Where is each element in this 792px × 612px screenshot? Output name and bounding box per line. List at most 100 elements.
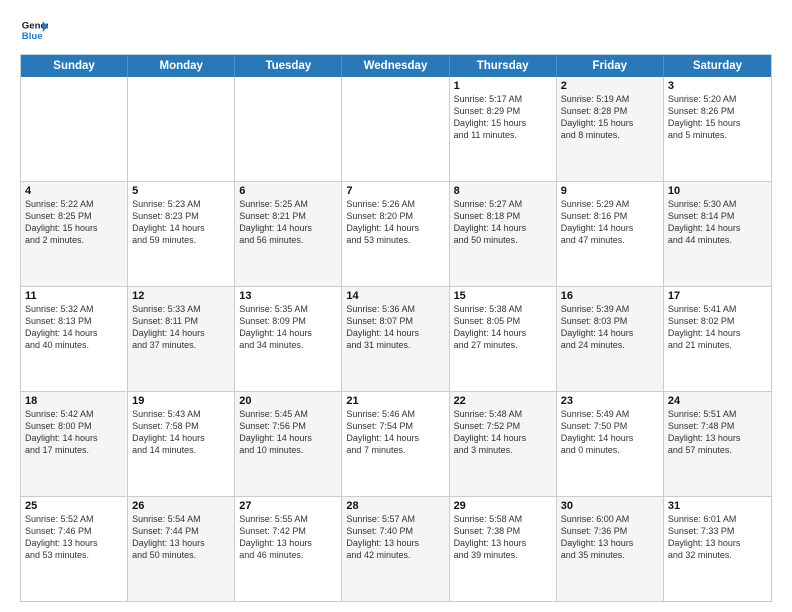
day-info: Sunrise: 5:45 AM Sunset: 7:56 PM Dayligh… xyxy=(239,408,337,457)
day-number: 14 xyxy=(346,290,444,302)
day-info: Sunrise: 5:35 AM Sunset: 8:09 PM Dayligh… xyxy=(239,303,337,352)
day-info: Sunrise: 5:42 AM Sunset: 8:00 PM Dayligh… xyxy=(25,408,123,457)
day-cell-3: 3Sunrise: 5:20 AM Sunset: 8:26 PM Daylig… xyxy=(664,77,771,181)
day-number: 22 xyxy=(454,395,552,407)
header-day-friday: Friday xyxy=(557,55,664,77)
day-info: Sunrise: 5:38 AM Sunset: 8:05 PM Dayligh… xyxy=(454,303,552,352)
day-cell-15: 15Sunrise: 5:38 AM Sunset: 8:05 PM Dayli… xyxy=(450,287,557,391)
day-cell-28: 28Sunrise: 5:57 AM Sunset: 7:40 PM Dayli… xyxy=(342,497,449,601)
day-cell-17: 17Sunrise: 5:41 AM Sunset: 8:02 PM Dayli… xyxy=(664,287,771,391)
header-day-saturday: Saturday xyxy=(664,55,771,77)
calendar: SundayMondayTuesdayWednesdayThursdayFrid… xyxy=(20,54,772,602)
day-number: 25 xyxy=(25,500,123,512)
day-number: 10 xyxy=(668,185,767,197)
empty-cell-0-1 xyxy=(128,77,235,181)
day-number: 31 xyxy=(668,500,767,512)
calendar-row-2: 4Sunrise: 5:22 AM Sunset: 8:25 PM Daylig… xyxy=(21,181,771,286)
day-cell-30: 30Sunrise: 6:00 AM Sunset: 7:36 PM Dayli… xyxy=(557,497,664,601)
day-info: Sunrise: 5:41 AM Sunset: 8:02 PM Dayligh… xyxy=(668,303,767,352)
day-info: Sunrise: 5:43 AM Sunset: 7:58 PM Dayligh… xyxy=(132,408,230,457)
day-info: Sunrise: 5:30 AM Sunset: 8:14 PM Dayligh… xyxy=(668,198,767,247)
calendar-row-3: 11Sunrise: 5:32 AM Sunset: 8:13 PM Dayli… xyxy=(21,286,771,391)
day-number: 6 xyxy=(239,185,337,197)
day-info: Sunrise: 5:22 AM Sunset: 8:25 PM Dayligh… xyxy=(25,198,123,247)
day-cell-11: 11Sunrise: 5:32 AM Sunset: 8:13 PM Dayli… xyxy=(21,287,128,391)
day-cell-9: 9Sunrise: 5:29 AM Sunset: 8:16 PM Daylig… xyxy=(557,182,664,286)
day-cell-31: 31Sunrise: 6:01 AM Sunset: 7:33 PM Dayli… xyxy=(664,497,771,601)
day-cell-1: 1Sunrise: 5:17 AM Sunset: 8:29 PM Daylig… xyxy=(450,77,557,181)
day-info: Sunrise: 5:29 AM Sunset: 8:16 PM Dayligh… xyxy=(561,198,659,247)
day-info: Sunrise: 5:17 AM Sunset: 8:29 PM Dayligh… xyxy=(454,93,552,142)
day-cell-23: 23Sunrise: 5:49 AM Sunset: 7:50 PM Dayli… xyxy=(557,392,664,496)
day-cell-12: 12Sunrise: 5:33 AM Sunset: 8:11 PM Dayli… xyxy=(128,287,235,391)
day-info: Sunrise: 5:39 AM Sunset: 8:03 PM Dayligh… xyxy=(561,303,659,352)
day-cell-13: 13Sunrise: 5:35 AM Sunset: 8:09 PM Dayli… xyxy=(235,287,342,391)
day-number: 20 xyxy=(239,395,337,407)
day-cell-19: 19Sunrise: 5:43 AM Sunset: 7:58 PM Dayli… xyxy=(128,392,235,496)
day-number: 18 xyxy=(25,395,123,407)
header-day-wednesday: Wednesday xyxy=(342,55,449,77)
header-day-sunday: Sunday xyxy=(21,55,128,77)
day-number: 28 xyxy=(346,500,444,512)
day-info: Sunrise: 5:57 AM Sunset: 7:40 PM Dayligh… xyxy=(346,513,444,562)
empty-cell-0-2 xyxy=(235,77,342,181)
day-cell-21: 21Sunrise: 5:46 AM Sunset: 7:54 PM Dayli… xyxy=(342,392,449,496)
header-day-monday: Monday xyxy=(128,55,235,77)
day-number: 11 xyxy=(25,290,123,302)
day-cell-26: 26Sunrise: 5:54 AM Sunset: 7:44 PM Dayli… xyxy=(128,497,235,601)
day-info: Sunrise: 5:49 AM Sunset: 7:50 PM Dayligh… xyxy=(561,408,659,457)
day-info: Sunrise: 5:23 AM Sunset: 8:23 PM Dayligh… xyxy=(132,198,230,247)
day-cell-5: 5Sunrise: 5:23 AM Sunset: 8:23 PM Daylig… xyxy=(128,182,235,286)
day-cell-25: 25Sunrise: 5:52 AM Sunset: 7:46 PM Dayli… xyxy=(21,497,128,601)
day-number: 2 xyxy=(561,80,659,92)
day-cell-29: 29Sunrise: 5:58 AM Sunset: 7:38 PM Dayli… xyxy=(450,497,557,601)
day-cell-4: 4Sunrise: 5:22 AM Sunset: 8:25 PM Daylig… xyxy=(21,182,128,286)
day-number: 13 xyxy=(239,290,337,302)
day-info: Sunrise: 5:27 AM Sunset: 8:18 PM Dayligh… xyxy=(454,198,552,247)
day-number: 12 xyxy=(132,290,230,302)
day-info: Sunrise: 5:58 AM Sunset: 7:38 PM Dayligh… xyxy=(454,513,552,562)
day-cell-14: 14Sunrise: 5:36 AM Sunset: 8:07 PM Dayli… xyxy=(342,287,449,391)
calendar-row-4: 18Sunrise: 5:42 AM Sunset: 8:00 PM Dayli… xyxy=(21,391,771,496)
logo: General Blue xyxy=(20,16,52,44)
day-number: 26 xyxy=(132,500,230,512)
day-info: Sunrise: 5:48 AM Sunset: 7:52 PM Dayligh… xyxy=(454,408,552,457)
page: General Blue SundayMondayTuesdayWednesda… xyxy=(0,0,792,612)
day-info: Sunrise: 5:19 AM Sunset: 8:28 PM Dayligh… xyxy=(561,93,659,142)
day-number: 15 xyxy=(454,290,552,302)
day-number: 24 xyxy=(668,395,767,407)
empty-cell-0-3 xyxy=(342,77,449,181)
day-info: Sunrise: 5:46 AM Sunset: 7:54 PM Dayligh… xyxy=(346,408,444,457)
day-cell-7: 7Sunrise: 5:26 AM Sunset: 8:20 PM Daylig… xyxy=(342,182,449,286)
empty-cell-0-0 xyxy=(21,77,128,181)
day-info: Sunrise: 6:01 AM Sunset: 7:33 PM Dayligh… xyxy=(668,513,767,562)
day-info: Sunrise: 5:33 AM Sunset: 8:11 PM Dayligh… xyxy=(132,303,230,352)
day-cell-20: 20Sunrise: 5:45 AM Sunset: 7:56 PM Dayli… xyxy=(235,392,342,496)
day-info: Sunrise: 5:55 AM Sunset: 7:42 PM Dayligh… xyxy=(239,513,337,562)
day-cell-8: 8Sunrise: 5:27 AM Sunset: 8:18 PM Daylig… xyxy=(450,182,557,286)
day-info: Sunrise: 5:25 AM Sunset: 8:21 PM Dayligh… xyxy=(239,198,337,247)
day-cell-16: 16Sunrise: 5:39 AM Sunset: 8:03 PM Dayli… xyxy=(557,287,664,391)
day-info: Sunrise: 5:52 AM Sunset: 7:46 PM Dayligh… xyxy=(25,513,123,562)
svg-text:Blue: Blue xyxy=(22,31,43,42)
calendar-row-1: 1Sunrise: 5:17 AM Sunset: 8:29 PM Daylig… xyxy=(21,77,771,181)
day-number: 1 xyxy=(454,80,552,92)
day-number: 5 xyxy=(132,185,230,197)
day-info: Sunrise: 5:32 AM Sunset: 8:13 PM Dayligh… xyxy=(25,303,123,352)
day-number: 21 xyxy=(346,395,444,407)
calendar-header: SundayMondayTuesdayWednesdayThursdayFrid… xyxy=(21,55,771,77)
day-cell-6: 6Sunrise: 5:25 AM Sunset: 8:21 PM Daylig… xyxy=(235,182,342,286)
day-number: 29 xyxy=(454,500,552,512)
day-cell-27: 27Sunrise: 5:55 AM Sunset: 7:42 PM Dayli… xyxy=(235,497,342,601)
header-day-tuesday: Tuesday xyxy=(235,55,342,77)
logo-icon: General Blue xyxy=(20,16,48,44)
day-number: 9 xyxy=(561,185,659,197)
day-cell-22: 22Sunrise: 5:48 AM Sunset: 7:52 PM Dayli… xyxy=(450,392,557,496)
day-cell-24: 24Sunrise: 5:51 AM Sunset: 7:48 PM Dayli… xyxy=(664,392,771,496)
day-cell-2: 2Sunrise: 5:19 AM Sunset: 8:28 PM Daylig… xyxy=(557,77,664,181)
day-number: 19 xyxy=(132,395,230,407)
header: General Blue xyxy=(20,16,772,44)
day-cell-18: 18Sunrise: 5:42 AM Sunset: 8:00 PM Dayli… xyxy=(21,392,128,496)
day-cell-10: 10Sunrise: 5:30 AM Sunset: 8:14 PM Dayli… xyxy=(664,182,771,286)
day-number: 27 xyxy=(239,500,337,512)
